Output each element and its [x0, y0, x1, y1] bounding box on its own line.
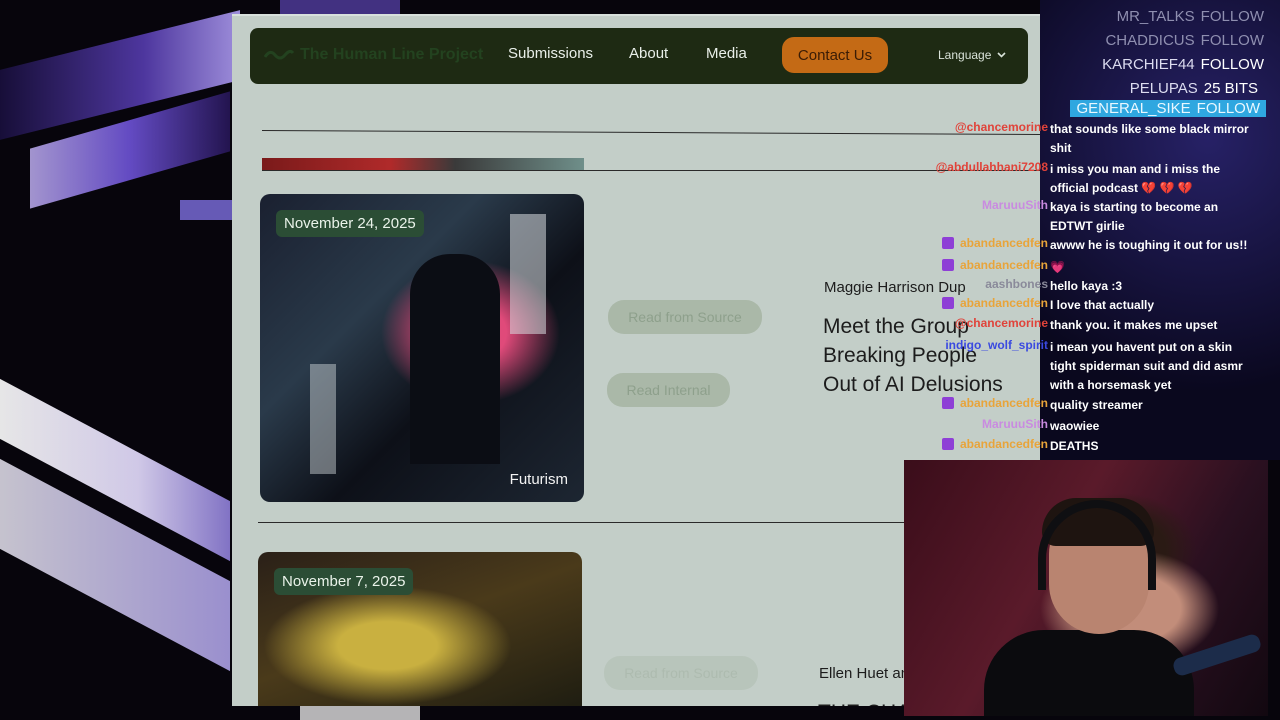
site-logo-text: The Human Line Project: [300, 46, 484, 63]
chat-text: I love that actually: [1050, 298, 1155, 312]
alert-row: GENERAL_SIKE FOLLOW: [1070, 100, 1266, 117]
chat-username: abandancedfen: [959, 437, 1048, 451]
chat-text: hello kaya :3: [1050, 279, 1123, 293]
nav-media[interactable]: Media: [706, 45, 747, 62]
chat-username: abandancedfen: [959, 296, 1048, 310]
source-tag: Futurism: [509, 471, 568, 488]
chat-text: that sounds like some black mirror shit: [1050, 122, 1249, 155]
window-pane: [510, 214, 546, 334]
chat-username: abandancedfen: [959, 396, 1048, 410]
sub-badge-icon: [941, 438, 954, 450]
chat-username: abandancedfen: [959, 258, 1048, 272]
alert-row: CHADDICUS FOLLOW: [1105, 32, 1264, 49]
chat-text: awww he is toughing it out for us!!: [1050, 238, 1248, 252]
chat-text: i miss you man and i miss the official p…: [1050, 162, 1221, 195]
chat-username: MaruuuSith: [982, 417, 1048, 431]
nav-about[interactable]: About: [629, 45, 668, 62]
nav-submissions[interactable]: Submissions: [508, 45, 593, 62]
chat-username: MaruuuSith: [982, 198, 1048, 212]
stream-screen: The Human Line Project Submissions About…: [0, 0, 1280, 720]
silhouette: [410, 254, 500, 464]
chat-text: DEATHS: [1050, 439, 1099, 453]
alert-row: PELUPAS 25 BITS: [1129, 80, 1258, 97]
streamer-body: [984, 630, 1194, 716]
glitch-band: [300, 706, 420, 720]
read-from-source-button[interactable]: Read from Source: [608, 300, 762, 334]
chat-username: aashbones: [985, 277, 1048, 291]
chat-username: @chancemorine: [954, 120, 1048, 134]
chat-text: waowiee: [1050, 419, 1100, 433]
article-author: Ellen Huet an: [819, 665, 910, 682]
contact-us-button[interactable]: Contact Us: [782, 37, 888, 73]
glitch-band: [180, 200, 240, 220]
stream-chat-overlay: MR_TALKS FOLLOW CHADDICUS FOLLOW KARCHIEF4…: [900, 0, 1280, 460]
article-image[interactable]: November 24, 2025 Futurism: [260, 194, 584, 502]
microphone-icon: [1171, 632, 1263, 678]
alert-row: KARCHIEF44 FOLLOW: [1102, 56, 1264, 73]
chat-username: @chancemorine: [954, 316, 1048, 330]
chat-username: abandancedfen: [959, 236, 1048, 250]
chat-text: i mean you havent put on a skin tight sp…: [1050, 340, 1243, 392]
site-logo[interactable]: The Human Line Project: [264, 46, 483, 64]
article-thumbnail-partial[interactable]: [262, 158, 584, 170]
sub-badge-icon: [941, 259, 954, 271]
wave-logo-icon: [264, 49, 294, 60]
article-image[interactable]: November 7, 2025: [258, 552, 582, 706]
window-pane: [310, 364, 336, 474]
read-internal-button[interactable]: Read Internal: [607, 373, 730, 407]
sub-badge-icon: [941, 297, 954, 309]
sub-badge-icon: [941, 397, 954, 409]
sub-badge-icon: [941, 237, 954, 249]
article-date: November 24, 2025: [276, 210, 424, 237]
chat-text: 💗: [1050, 260, 1065, 274]
chat-username: @abdullahhani7208: [935, 160, 1048, 174]
chat-username: indigo_wolf_spirit: [945, 338, 1048, 352]
article-date: November 7, 2025: [274, 568, 414, 595]
webcam-feed: [904, 460, 1268, 716]
chat-text: quality streamer: [1050, 398, 1143, 412]
read-from-source-button[interactable]: Read from Source: [604, 656, 758, 690]
chat-text: kaya is starting to become an EDTWT girl…: [1050, 200, 1219, 233]
alert-row: MR_TALKS FOLLOW: [1116, 8, 1264, 25]
chat-text: thank you. it makes me upset: [1050, 318, 1218, 332]
